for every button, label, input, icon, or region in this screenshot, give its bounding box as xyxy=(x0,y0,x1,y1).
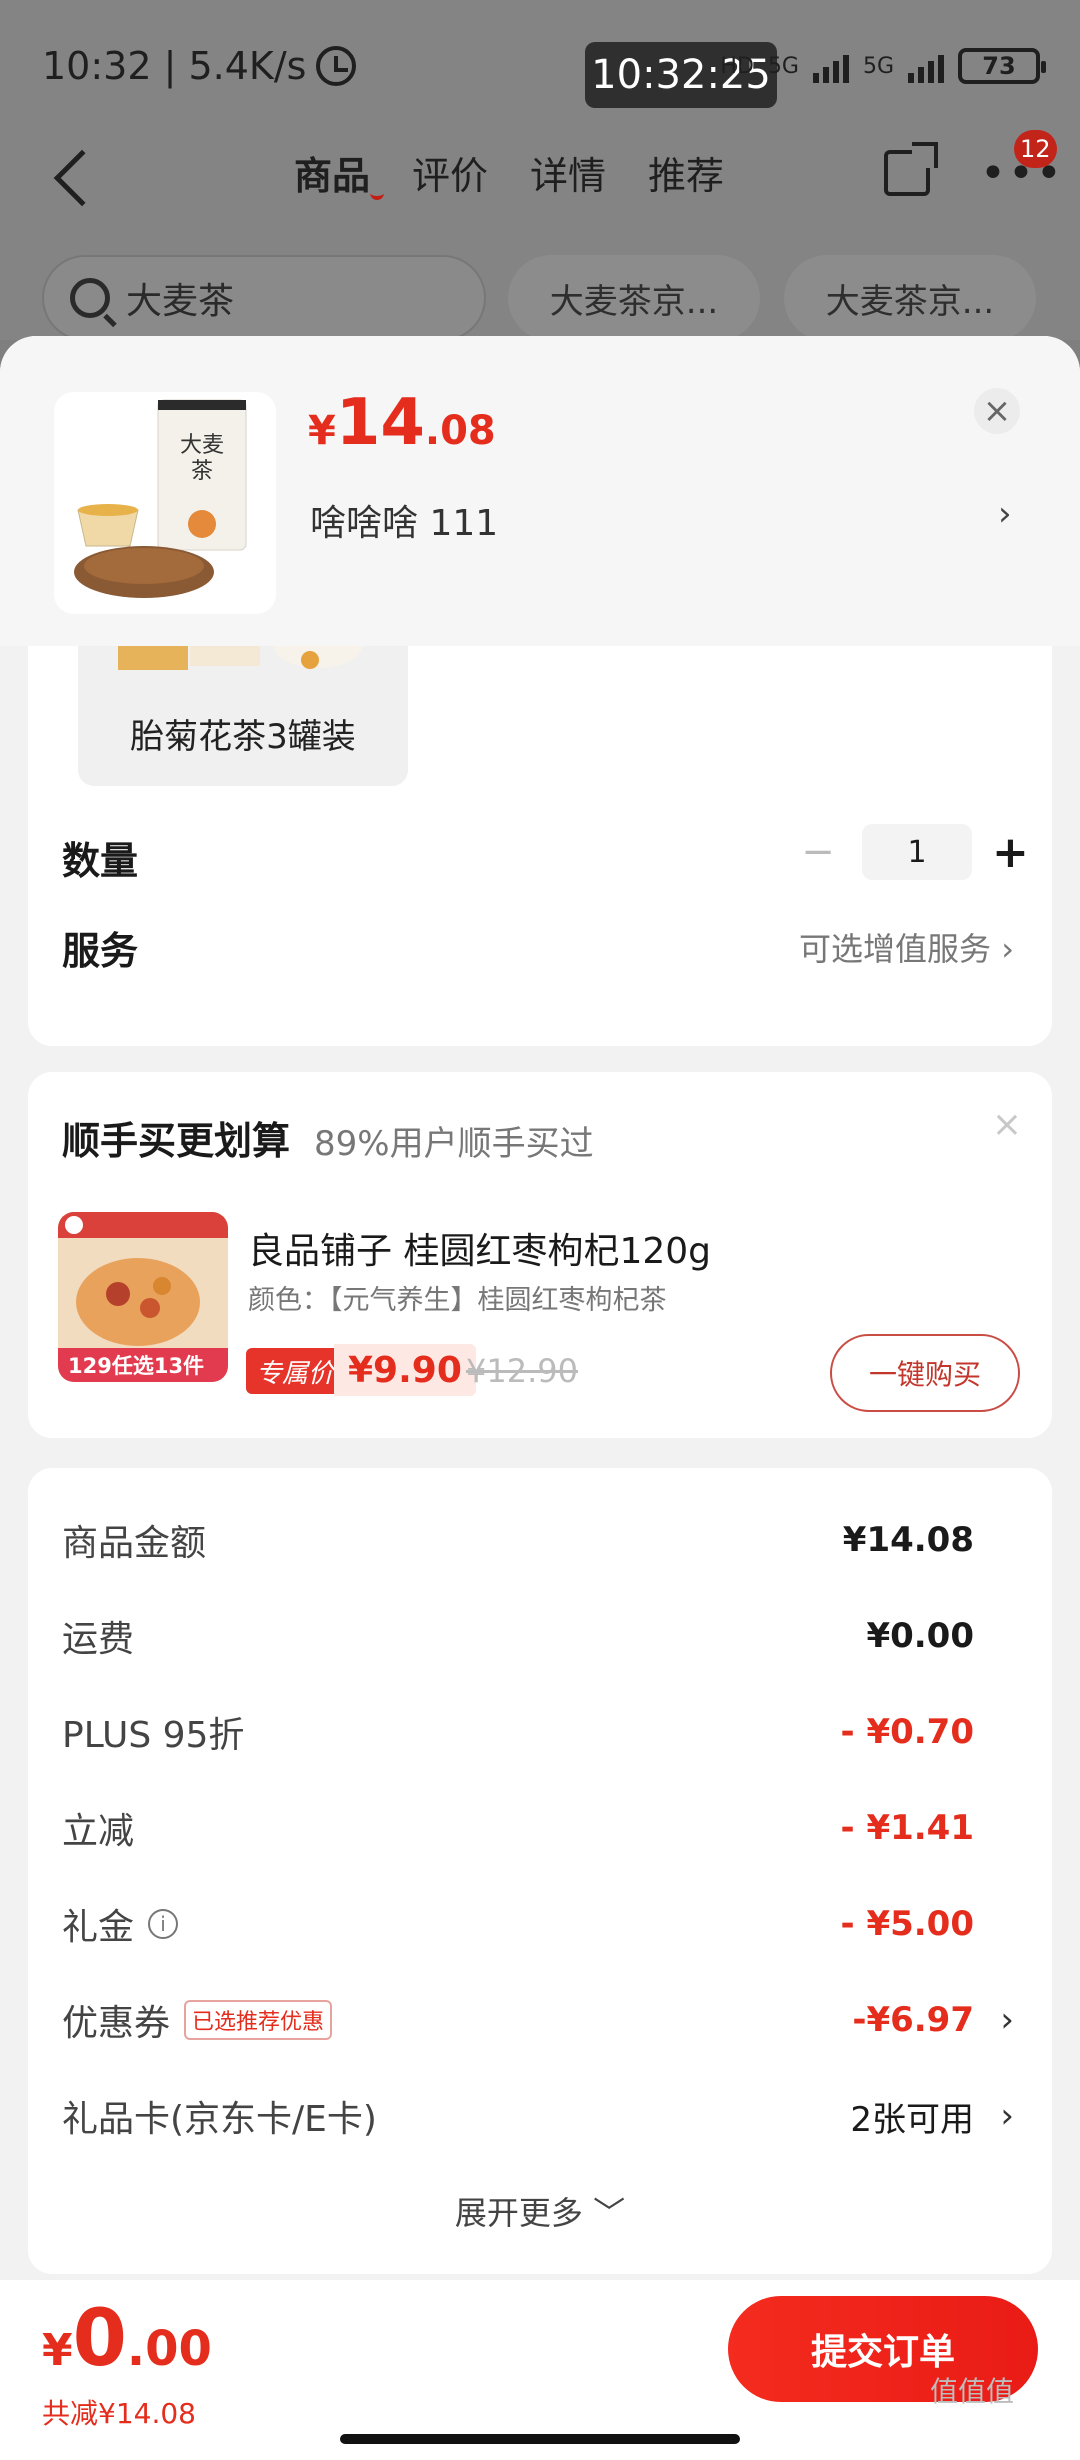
signal-icon xyxy=(812,49,849,83)
total-integer: 0 xyxy=(72,2294,127,2384)
fee-value: 2张可用 xyxy=(850,2099,974,2140)
status-bar: 10:32 | 5.4K/s 10:32:25 HD 5G 5G 73 xyxy=(0,0,1080,130)
quantity-input[interactable]: 1 xyxy=(862,824,972,880)
fee-label: 优惠券 已选推荐优惠 xyxy=(62,1994,333,2046)
variant-option-label: 胎菊花茶3罐装 xyxy=(130,717,356,757)
nav-tabs: 商品 评价 详情 推荐 xyxy=(294,145,724,200)
fee-label-text: 优惠券 xyxy=(62,2003,171,2044)
alarm-icon xyxy=(316,46,357,86)
price-decimal: .08 xyxy=(424,408,496,454)
tab-recommend[interactable]: 推荐 xyxy=(648,145,724,200)
total-currency: ¥ xyxy=(42,2325,73,2376)
fee-label-text: 礼金 xyxy=(62,1907,135,1948)
sheet-header: 大麦 茶 ¥14.08 啥啥啥 111 × › xyxy=(0,336,1080,646)
search-chip[interactable]: 大麦茶京... xyxy=(784,255,1036,341)
svg-text:大麦: 大麦 xyxy=(180,433,224,458)
battery-icon: 73 xyxy=(958,48,1046,84)
price-integer: 14 xyxy=(335,386,425,460)
fee-label: 立减 xyxy=(62,1811,135,1852)
fee-value: - ¥1.41 xyxy=(840,1808,975,1848)
info-icon[interactable]: i xyxy=(148,1909,179,1939)
close-icon[interactable]: × xyxy=(974,388,1020,434)
nav-bar: 商品 评价 详情 推荐 ••• 12 xyxy=(0,130,1080,240)
expand-more-button[interactable]: 展开更多 ﹀ xyxy=(28,2188,1052,2234)
one-click-buy-button[interactable]: 一键购买 xyxy=(830,1334,1020,1412)
fee-value: ¥14.08 xyxy=(842,1520,974,1560)
svg-text:茶: 茶 xyxy=(191,459,213,484)
price-currency: ¥ xyxy=(308,408,336,454)
variant-option[interactable]: 胎菊花茶3罐装 xyxy=(78,636,408,786)
signal-icon-2 xyxy=(908,49,944,83)
chevron-right-icon[interactable]: › xyxy=(1000,2000,1014,2040)
bundle-image-caption: 129任选13件 xyxy=(68,1354,205,1378)
product-thumbnail: 大麦 茶 xyxy=(54,392,276,614)
watermark-logo: 值值值 xyxy=(930,2375,1015,2408)
fee-value: ¥0.00 xyxy=(866,1616,974,1656)
fee-label: 商品金额 xyxy=(62,1523,207,1564)
home-indicator xyxy=(340,2434,740,2444)
promo-tag: 专属价 xyxy=(246,1348,345,1394)
fee-row-giftcard[interactable]: 礼品卡(京东卡/E卡) 2张可用 › xyxy=(62,2086,1022,2146)
share-icon[interactable] xyxy=(884,142,938,196)
bundle-product-image[interactable]: 129任选13件 xyxy=(58,1212,228,1382)
chevron-right-icon[interactable]: › xyxy=(998,494,1012,534)
more-icon[interactable]: ••• xyxy=(980,152,1064,196)
fee-label: 礼品卡(京东卡/E卡) xyxy=(62,2099,377,2140)
bundle-product-spec: 颜色：【元气养生】桂圆红枣枸杞茶 xyxy=(248,1285,667,1316)
quantity-label: 数量 xyxy=(62,839,139,883)
fee-label: 礼金 i xyxy=(62,1898,179,1950)
fee-row: 商品金额 ¥14.08 xyxy=(62,1510,1022,1570)
fee-row: 立减 - ¥1.41 xyxy=(62,1798,1022,1858)
promo-price: ¥9.90 xyxy=(334,1344,476,1396)
notification-badge: 12 xyxy=(1014,130,1057,168)
selected-price: ¥14.08 xyxy=(308,386,496,460)
back-icon[interactable] xyxy=(53,149,111,207)
fee-value: -¥6.97 xyxy=(852,2000,974,2040)
search-chip[interactable]: 大麦茶京... xyxy=(508,255,760,341)
service-label: 服务 xyxy=(62,929,139,973)
total-saved: 共减¥14.08 xyxy=(42,2397,196,2430)
bundle-title: 顺手买更划算 xyxy=(62,1119,291,1163)
status-time-speed: 10:32 | 5.4K/s xyxy=(42,44,307,88)
status-right: HD 5G 5G 73 xyxy=(720,48,1046,84)
order-total: ¥0.00 xyxy=(42,2294,212,2384)
total-decimal: .00 xyxy=(126,2321,212,2377)
tab-product[interactable]: 商品 xyxy=(294,145,385,200)
order-sheet: 大麦 茶 ¥14.08 啥啥啥 111 × › 胎菊花茶3罐装 数量 − 1 +… xyxy=(0,336,1080,2460)
close-icon[interactable]: × xyxy=(992,1104,1022,1145)
plus-button[interactable]: + xyxy=(992,827,1029,878)
tab-reviews[interactable]: 评价 xyxy=(412,145,488,200)
hd-label: HD xyxy=(720,53,754,79)
price-breakdown-card: 商品金额 ¥14.08 运费 ¥0.00 PLUS 95折 - ¥0.70 立减… xyxy=(28,1468,1052,2274)
service-selector[interactable]: 可选增值服务 › xyxy=(799,924,1014,970)
network-label: 5G xyxy=(767,53,799,79)
fee-label: 运费 xyxy=(62,1619,135,1660)
original-price: ¥12.90 xyxy=(466,1352,578,1390)
minus-button[interactable]: − xyxy=(798,829,838,875)
search-icon xyxy=(70,278,110,318)
status-left: 10:32 | 5.4K/s xyxy=(42,44,357,88)
options-card: 胎菊花茶3罐装 数量 − 1 + 服务 可选增值服务 › xyxy=(28,636,1052,1046)
tab-details[interactable]: 详情 xyxy=(530,145,606,200)
fee-row: PLUS 95折 - ¥0.70 xyxy=(62,1702,1022,1762)
chevron-right-icon[interactable]: › xyxy=(1000,2096,1014,2136)
network-label-2: 5G xyxy=(862,53,894,79)
bottom-bar: ¥0.00 共减¥14.08 提交订单 xyxy=(0,2280,1080,2460)
bundle-product-name[interactable]: 良品铺子 桂圆红枣枸杞120g xyxy=(248,1222,711,1274)
search-input[interactable]: 大麦茶 xyxy=(42,255,486,341)
fee-value: - ¥5.00 xyxy=(840,1904,975,1944)
selected-variant[interactable]: 啥啥啥 111 xyxy=(310,494,498,546)
search-row: 大麦茶 大麦茶京... 大麦茶京... xyxy=(0,255,1080,345)
coupon-tag: 已选推荐优惠 xyxy=(184,2000,333,2040)
fee-value: - ¥0.70 xyxy=(840,1712,975,1752)
fee-row: 运费 ¥0.00 xyxy=(62,1606,1022,1666)
quantity-stepper: − 1 + xyxy=(798,824,1038,880)
bundle-subtitle: 89%用户顺手买过 xyxy=(314,1124,594,1164)
background-page: 10:32 | 5.4K/s 10:32:25 HD 5G 5G 73 商品 评… xyxy=(0,0,1080,341)
bundle-card: 顺手买更划算 89%用户顺手买过 × 129任选13件 良品铺子 桂圆红枣枸杞1… xyxy=(28,1072,1052,1438)
search-query: 大麦茶 xyxy=(126,281,235,322)
fee-row: 礼金 i - ¥5.00 xyxy=(62,1894,1022,1954)
fee-row-coupon[interactable]: 优惠券 已选推荐优惠 -¥6.97 › xyxy=(62,1990,1022,2050)
fee-label: PLUS 95折 xyxy=(62,1715,245,1756)
